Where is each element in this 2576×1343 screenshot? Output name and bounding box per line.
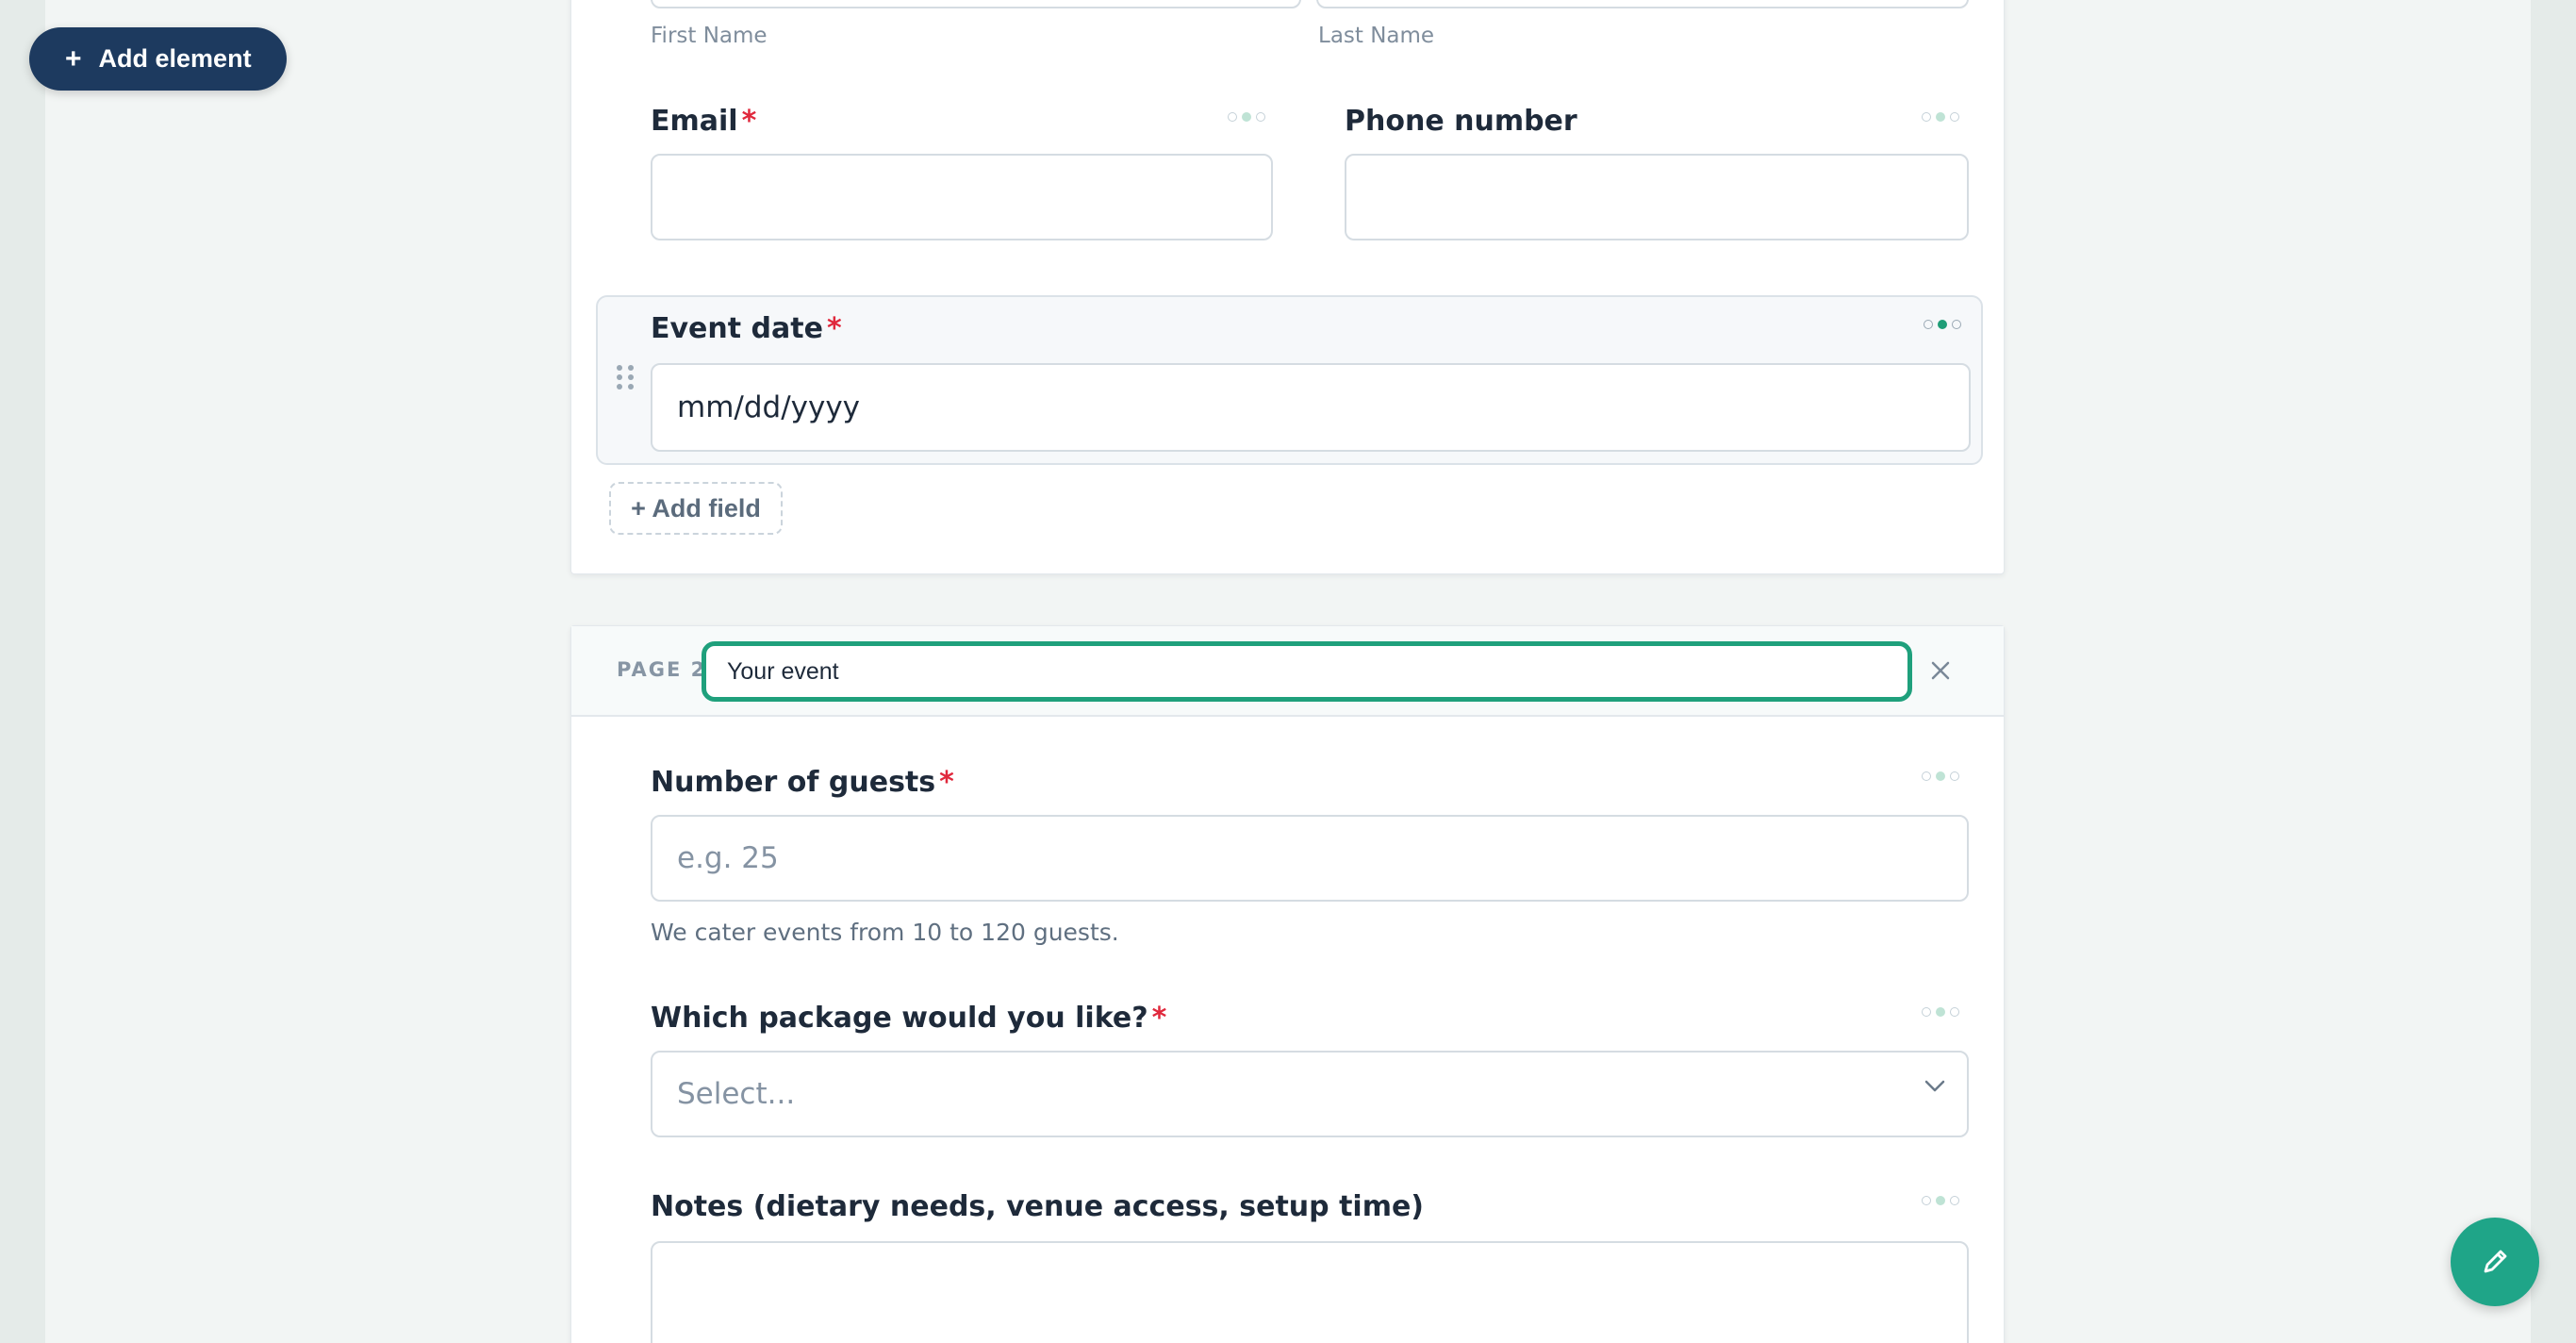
required-marker: * (939, 766, 954, 799)
event-date-options-icon[interactable] (1924, 320, 1961, 329)
phone-label: Phone number (1345, 105, 1577, 138)
guests-helper-text: We cater events from 10 to 120 guests. (651, 919, 1119, 946)
package-label: Which package would you like? * (651, 1002, 1167, 1035)
email-field[interactable] (651, 154, 1273, 240)
email-options-icon[interactable] (1228, 112, 1265, 122)
guests-label: Number of guests * (651, 766, 954, 799)
required-marker: * (1151, 1002, 1167, 1035)
add-element-button[interactable]: + Add element (29, 27, 287, 91)
page-number-tag: PAGE 2 (617, 658, 707, 681)
page-title-input[interactable]: Your event (702, 641, 1912, 702)
event-date-label: Event date * (651, 312, 842, 345)
chevron-down-icon (1924, 1080, 1945, 1092)
first-name-input[interactable] (651, 0, 1301, 8)
plus-icon: + (65, 42, 82, 75)
required-marker: * (741, 105, 757, 138)
notes-options-icon[interactable] (1922, 1196, 1959, 1205)
package-select[interactable]: Select... (651, 1051, 1969, 1137)
pencil-icon (2484, 1250, 2507, 1273)
email-label: Email * (651, 105, 757, 138)
event-date-input[interactable]: mm/dd/yyyy (651, 363, 1971, 452)
left-gutter (0, 0, 45, 1343)
edit-fab-button[interactable] (2451, 1218, 2539, 1306)
event-date-block[interactable]: Event date * mm/dd/yyyy (596, 295, 1983, 465)
page-header: PAGE 2 Your event (571, 626, 2004, 717)
package-options-icon[interactable] (1922, 1007, 1959, 1017)
close-icon[interactable] (1926, 656, 1955, 685)
notes-label: Notes (dietary needs, venue access, setu… (651, 1190, 1425, 1223)
add-field-button[interactable]: + Add field (609, 482, 783, 535)
right-gutter (2531, 0, 2576, 1343)
required-marker: * (826, 312, 842, 345)
guests-input[interactable]: e.g. 25 (651, 815, 1969, 902)
guests-options-icon[interactable] (1922, 771, 1959, 781)
form-page-1: First Name Last Name Email * Phone number… (570, 0, 2005, 574)
phone-field[interactable] (1345, 154, 1969, 240)
first-name-label: First Name (651, 24, 768, 48)
phone-options-icon[interactable] (1922, 112, 1959, 122)
notes-textarea[interactable] (651, 1241, 1969, 1343)
add-element-label: Add element (98, 44, 252, 73)
form-page-2: PAGE 2 Your event Number of guests * e.g.… (570, 625, 2005, 1343)
last-name-label: Last Name (1318, 24, 1435, 48)
drag-handle-icon[interactable] (617, 365, 634, 390)
last-name-input[interactable] (1316, 0, 1969, 8)
package-selected-value: Select... (677, 1077, 796, 1111)
